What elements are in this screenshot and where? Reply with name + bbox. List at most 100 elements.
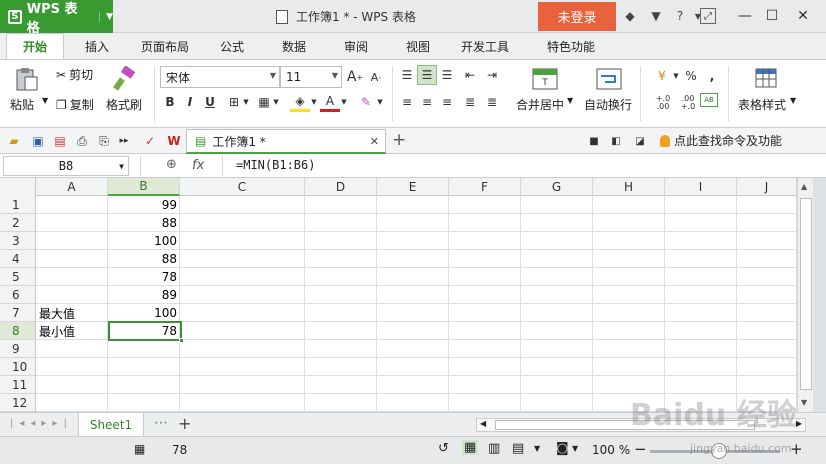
bold-icon[interactable]: B <box>160 92 180 112</box>
row-header-5[interactable]: 5 <box>0 268 36 286</box>
cell-b1[interactable]: 99 <box>108 196 180 214</box>
select-all-corner[interactable] <box>0 178 36 196</box>
thousands-icon[interactable]: , <box>702 66 722 86</box>
paste-icon[interactable] <box>14 66 40 92</box>
zoom-search-icon[interactable]: ⊕ <box>166 157 177 172</box>
close-tab-icon[interactable]: ✕ <box>370 135 379 148</box>
calculator-icon[interactable]: ▦ <box>134 442 145 456</box>
scroll-left-icon[interactable]: ◀ <box>480 419 486 428</box>
increase-decimal-icon[interactable]: +.0 .00 <box>651 93 675 113</box>
reading-mode-icon[interactable]: ◙ <box>556 441 569 456</box>
row-header-6[interactable]: 6 <box>0 286 36 304</box>
font-size-select[interactable]: 11 ▼ <box>280 66 342 88</box>
column-header-g[interactable]: G <box>521 178 593 196</box>
tab-review[interactable]: 审阅 <box>332 33 380 59</box>
paste-dropdown-icon[interactable]: ▼ <box>42 96 48 105</box>
percent-icon[interactable]: % <box>681 66 701 86</box>
cell-border-dropdown-icon[interactable]: ▼ <box>266 92 286 112</box>
column-header-d[interactable]: D <box>305 178 377 196</box>
cell-b4[interactable]: 88 <box>108 250 180 268</box>
merge-center-icon[interactable]: T <box>532 66 558 92</box>
row-header-7[interactable]: 7 <box>0 304 36 322</box>
sheet-tab[interactable]: Sheet1 <box>78 413 144 437</box>
number-format-icon[interactable]: AB <box>700 93 718 107</box>
column-header-i[interactable]: I <box>665 178 737 196</box>
table-style-icon[interactable] <box>754 66 780 92</box>
row-header-9[interactable]: 9 <box>0 340 36 358</box>
row-header-11[interactable]: 11 <box>0 376 36 394</box>
add-sheet-icon[interactable]: + <box>178 414 191 433</box>
save-icon[interactable]: ▣ <box>28 131 48 151</box>
selected-cell-border[interactable] <box>108 321 184 343</box>
cell-b6[interactable]: 89 <box>108 286 180 304</box>
page-break-view-icon[interactable]: ▤ <box>512 441 524 456</box>
indent-increase-icon[interactable]: ⇥ <box>482 65 502 85</box>
cell-a8[interactable]: 最小值 <box>36 322 108 340</box>
row-header-3[interactable]: 3 <box>0 232 36 250</box>
tab-settings-icon[interactable]: ◪ <box>630 131 650 151</box>
tab-developer[interactable]: 开发工具 <box>450 33 520 59</box>
indent-decrease-icon[interactable]: ⇤ <box>460 65 480 85</box>
column-header-a[interactable]: A <box>36 178 108 196</box>
reading-dropdown-icon[interactable]: ▼ <box>572 444 578 453</box>
scroll-right-icon[interactable]: ▶ <box>796 419 802 428</box>
spreadsheet-grid[interactable]: ABCDEFGHIJ 1 2 3 4 5 6 7 8 9 10 11 12 最大值 最小值 99 88 100… <box>0 178 797 412</box>
wrap-text-icon[interactable] <box>596 66 622 92</box>
close-icon[interactable]: ✕ <box>793 6 813 26</box>
tab-list-icon[interactable]: ■ <box>584 131 604 151</box>
column-header-f[interactable]: F <box>449 178 521 196</box>
italic-icon[interactable]: I <box>180 92 200 112</box>
maximize-icon[interactable]: ☐ <box>762 6 782 26</box>
distribute-icon[interactable]: ≣ <box>482 92 502 112</box>
minimize-icon[interactable]: — <box>735 6 755 26</box>
align-bottom-icon[interactable]: ☰ <box>437 65 457 85</box>
cut-button[interactable]: ✂ 剪切 <box>56 66 93 83</box>
cell-b7[interactable]: 100 <box>108 304 180 322</box>
tab-view[interactable]: 视图 <box>394 33 442 59</box>
export-pdf-icon[interactable]: ▤ <box>50 131 70 151</box>
row-header-4[interactable]: 4 <box>0 250 36 268</box>
font-color-dropdown-icon[interactable]: ▼ <box>334 92 354 112</box>
fullscreen-icon[interactable]: ⤢ <box>700 8 716 24</box>
wrap-text-button[interactable]: 自动换行 <box>584 96 632 113</box>
merge-dropdown-icon[interactable]: ▼ <box>567 96 573 105</box>
justify-icon[interactable]: ≣ <box>460 92 480 112</box>
vertical-scrollbar[interactable]: ▲ ▼ <box>797 178 813 412</box>
table-style-button[interactable]: 表格样式 <box>738 96 786 113</box>
normal-view-icon[interactable]: ▦ <box>462 440 479 455</box>
scroll-down-icon[interactable]: ▼ <box>801 398 807 407</box>
customize-icon[interactable]: ✓ <box>140 131 160 151</box>
row-header-1[interactable]: 1 <box>0 196 36 214</box>
name-box[interactable]: B8 ▼ <box>3 156 129 176</box>
open-folder-icon[interactable]: ▰ <box>4 131 24 151</box>
wps-home-icon[interactable]: W <box>164 131 184 151</box>
new-tab-icon[interactable]: + <box>392 130 406 150</box>
paste-button[interactable]: 粘贴 <box>10 96 34 113</box>
format-painter-icon[interactable] <box>112 66 138 92</box>
tab-home[interactable]: 开始 <box>6 33 64 59</box>
skin-icon[interactable]: ◆ <box>622 8 638 24</box>
app-menu-button[interactable]: S WPS 表格 ▼ <box>0 0 113 36</box>
align-left-icon[interactable]: ≡ <box>397 92 417 112</box>
column-header-h[interactable]: H <box>593 178 665 196</box>
merge-center-button[interactable]: 合并居中 <box>516 96 564 113</box>
zoom-out-icon[interactable]: − <box>634 440 647 458</box>
copy-button[interactable]: ❐ 复制 <box>56 96 94 113</box>
print-icon[interactable]: ⎘ <box>94 131 114 151</box>
column-header-e[interactable]: E <box>377 178 449 196</box>
align-center-icon[interactable]: ≡ <box>417 92 437 112</box>
history-icon[interactable]: ↺ <box>438 441 449 456</box>
page-layout-view-icon[interactable]: ▥ <box>488 441 500 456</box>
table-style-dropdown-icon[interactable]: ▼ <box>790 96 796 105</box>
font-name-select[interactable]: 宋体 ▼ <box>160 66 280 88</box>
decrease-decimal-icon[interactable]: .00 +.0 <box>676 93 700 113</box>
column-header-b[interactable]: B <box>108 178 180 196</box>
formula-input[interactable]: =MIN(B1:B6) <box>236 158 315 172</box>
align-top-icon[interactable]: ☰ <box>397 65 417 85</box>
border-dropdown-icon[interactable]: ▼ <box>236 92 256 112</box>
cell-b2[interactable]: 88 <box>108 214 180 232</box>
tab-page-layout[interactable]: 页面布局 <box>130 33 200 59</box>
align-right-icon[interactable]: ≡ <box>437 92 457 112</box>
tab-menu-icon[interactable]: ◧ <box>606 131 626 151</box>
more-sheets-icon[interactable]: ⋯ <box>154 415 169 431</box>
